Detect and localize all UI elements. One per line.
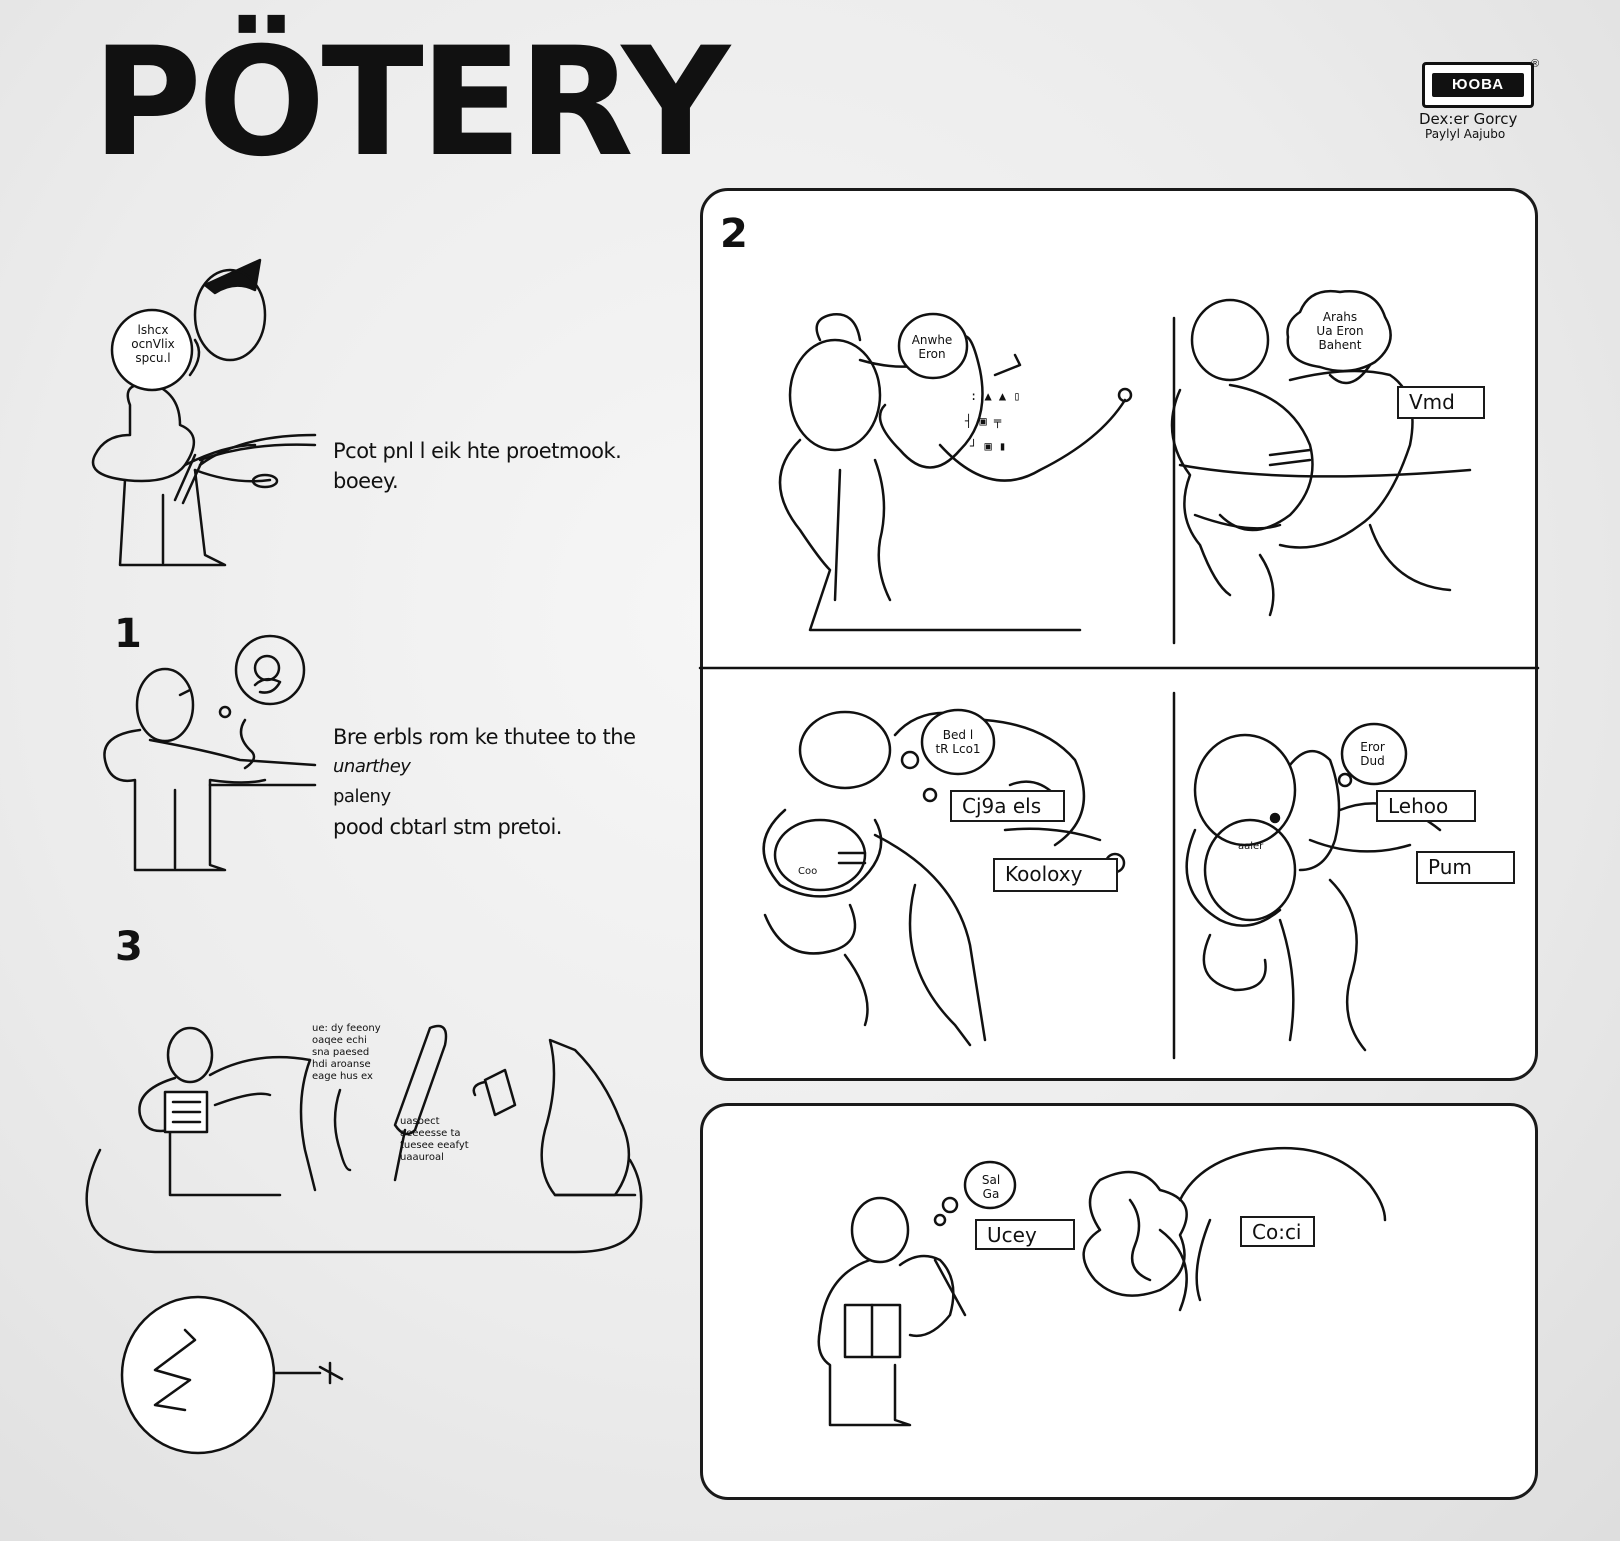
bubble-line: Sal [981,1173,1001,1187]
cell-1-bubble-text: Anwhe Eron [902,333,962,361]
note-line: uaauroal [400,1152,444,1163]
cell-3-bubble-text: Bed l tR Lco1 [928,728,988,756]
instruction-line: Bre erbls rom ke thutee to the [333,725,636,749]
note-line: uasbect [400,1116,440,1127]
note-line: oaqee echi [312,1035,367,1046]
brand-logo-mark: ЮОВА [1432,73,1524,97]
bubble-line: Eron [918,347,946,361]
intro-figure-illustration [91,258,279,567]
bubble-line: Arahs [1322,310,1358,324]
step-3-note-top: ue: dy feeony oaqee echi sna paesed hdi … [312,1023,381,1083]
bubble-line: spcu.l [135,351,171,365]
cell-4-label-tag-1: Lehoo [1376,790,1476,822]
brand-logo: ЮОВА [1422,62,1534,108]
svg-text:┤ ▣ ╤: ┤ ▣ ╤ [964,413,1002,428]
final-step-illustration [817,1146,1387,1427]
bubble-line: tR Lco1 [935,742,981,756]
cell-4-label-tag-2: Pum [1416,851,1515,884]
note-line: hdi aroanse [312,1059,371,1070]
svg-text:: ▲ ▲ ▯: : ▲ ▲ ▯ [970,389,1021,403]
instruction-line: boeey. [333,469,399,493]
note-line: ue: dy feeony [312,1023,381,1034]
cell-3-label-tag-2: Kooloxy [993,858,1118,892]
bubble-line: Ga [982,1187,1000,1201]
registered-mark: ® [1531,58,1540,70]
intro-instruction: Pcot pnl l eik hte proetmook. boeey. [333,436,622,496]
page-title: PÖTERY [92,16,730,190]
note-line: eage hus ex [312,1071,373,1082]
instruction-line: unarthey [333,756,411,777]
cell-2-bubble-text: Arahs Ua Eron Bahent [1300,310,1380,352]
cell-4-bubble-text: Eror Dud [1345,740,1400,768]
step-1-figure-illustration [103,634,317,872]
final-bubble-text: Sal Ga [975,1173,1007,1201]
bubble-line: Dud [1360,754,1385,768]
instruction-line: Pcot pnl l eik hte proetmook. [333,439,622,463]
instruction-line: paleny [333,786,391,807]
step-1-instruction: Bre erbls rom ke thutee to the unarthey … [333,722,636,842]
zigzag-circle-icon [120,1295,344,1455]
cell-3-label-tag-1: Cj9a els [950,790,1065,822]
logo-subtitle-1: Dex:er Gorcy [1419,110,1518,128]
bubble-line: Eror [1360,740,1385,754]
note-line: sna paesed [312,1047,370,1058]
intro-leader-line [198,433,317,467]
final-label-tag-1: Ucey [975,1219,1075,1250]
cell-2-label-tag: Vmd [1397,386,1485,419]
step-3-number: 3 [115,924,143,970]
svg-text:┘ ▣ ▮: ┘ ▣ ▮ [969,438,1006,453]
bubble-line: Anwhe [911,333,953,347]
step-3-note-bottom: uasbect aeeeesse ta tuesee eeafyt uaauro… [400,1116,469,1164]
final-label-tag-2: Co:ci [1240,1216,1315,1247]
bubble-line: lshcx [137,323,169,337]
instruction-line: pood cbtarl stm pretoi. [333,815,562,839]
cell-3-small-note: Coo [798,866,818,877]
bubble-line: Bed l [942,728,974,742]
note-line: tuesee eeafyt [400,1140,469,1151]
bubble-line: Bahent [1318,338,1362,352]
bubble-line: ocnVlix [131,337,175,351]
intro-bubble-text: lshcx ocnVlix spcu.l [118,323,188,365]
bubble-line: Ua Eron [1316,324,1364,338]
note-line: aeeeesse ta [400,1128,461,1139]
cell-4-small-note: aaler [1238,841,1264,852]
logo-subtitle-2: Paylyl Aajubo [1425,127,1506,141]
